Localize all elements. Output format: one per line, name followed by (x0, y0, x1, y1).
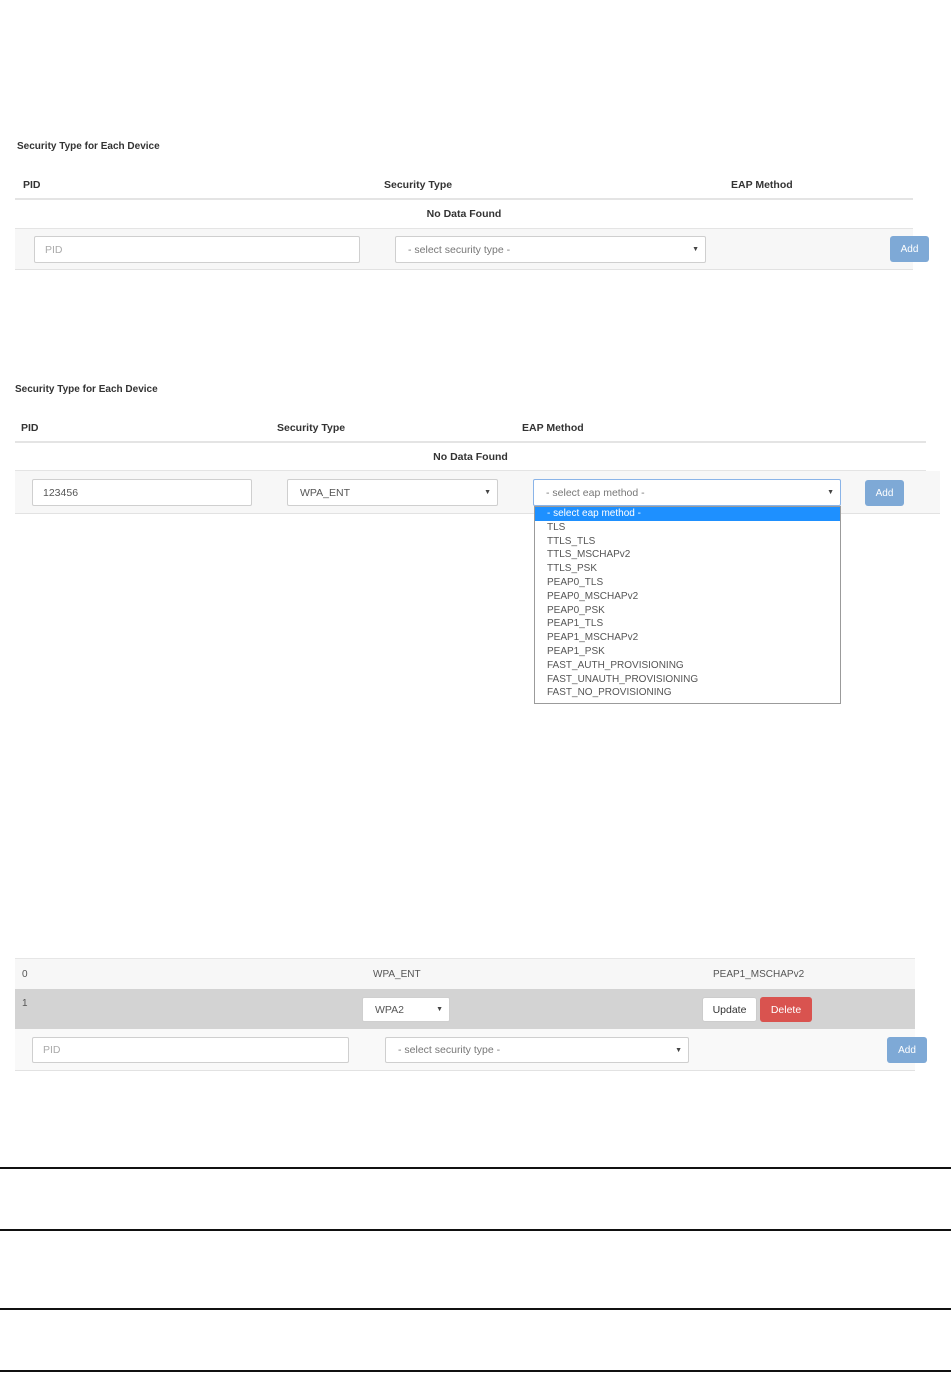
chevron-down-icon: ▼ (484, 489, 491, 496)
update-button[interactable]: Update (702, 997, 757, 1022)
panel2-eap-method-select[interactable]: - select eap method - ▼ (533, 479, 841, 506)
row1-security-type-select-value: WPA2 (375, 1003, 404, 1016)
panel1-header-eap-method: EAP Method (731, 179, 793, 191)
rule-2 (0, 1229, 951, 1231)
eap-option[interactable]: PEAP0_MSCHAPv2 (535, 590, 840, 604)
panel2-header-divider (15, 441, 926, 443)
panel2-header-eap-method: EAP Method (522, 422, 584, 434)
chevron-down-icon: ▼ (675, 1046, 682, 1054)
panel2-add-button[interactable]: Add (865, 480, 904, 506)
chevron-down-icon: ▼ (692, 246, 699, 253)
eap-option[interactable]: TTLS_TLS (535, 535, 840, 549)
panel1-header-security-type: Security Type (384, 179, 453, 191)
eap-option[interactable]: PEAP0_PSK (535, 604, 840, 618)
chevron-down-icon: ▼ (436, 1006, 443, 1013)
row0-pid: 0 (22, 969, 28, 980)
panel3-pid-input[interactable] (32, 1037, 349, 1063)
eap-option[interactable]: PEAP1_MSCHAPv2 (535, 631, 840, 645)
eap-option[interactable]: FAST_UNAUTH_PROVISIONING (535, 673, 840, 687)
eap-option[interactable]: FAST_AUTH_PROVISIONING (535, 659, 840, 673)
panel2-security-type-select-value: WPA_ENT (300, 486, 350, 499)
eap-option[interactable]: TTLS_PSK (535, 562, 840, 576)
eap-option[interactable]: PEAP1_PSK (535, 645, 840, 659)
panel3-add-button[interactable]: Add (887, 1037, 927, 1063)
eap-option[interactable]: PEAP1_TLS (535, 617, 840, 631)
panel2-title: Security Type for Each Device (15, 384, 158, 395)
panel2-eap-method-select-value: - select eap method - (546, 486, 645, 499)
panel1-security-type-select[interactable]: - select security type - ▼ (395, 236, 706, 263)
panel3-security-type-select-value: - select security type - (398, 1044, 501, 1056)
eap-option[interactable]: TLS (535, 521, 840, 535)
row0-security-type: WPA_ENT (373, 969, 421, 980)
panel2-header-security-type: Security Type (277, 422, 346, 434)
eap-option[interactable]: TTLS_MSCHAPv2 (535, 548, 840, 562)
panel1-no-data: No Data Found (426, 208, 502, 220)
panel2-pid-input[interactable] (32, 479, 252, 506)
row1-security-type-select[interactable]: WPA2 ▼ (362, 997, 450, 1022)
panel1-pid-input[interactable] (34, 236, 360, 263)
delete-button[interactable]: Delete (760, 997, 812, 1022)
panel1-header-divider (15, 198, 913, 200)
panel1-add-button[interactable]: Add (890, 236, 929, 262)
panel3-add-row: - select security type - ▼ (15, 1029, 915, 1071)
chevron-down-icon: ▼ (827, 489, 834, 496)
rule-3 (0, 1308, 951, 1310)
panel1-header-pid: PID (23, 179, 41, 191)
rule-4 (0, 1370, 951, 1372)
table-row: 0 WPA_ENT PEAP1_MSCHAPv2 (15, 959, 915, 989)
rule-1 (0, 1167, 951, 1169)
eap-option[interactable]: - select eap method - (535, 507, 840, 521)
panel2-security-type-select[interactable]: WPA_ENT ▼ (287, 479, 498, 506)
panel1-security-type-select-value: - select security type - (408, 243, 511, 256)
eap-option[interactable]: PEAP0_TLS (535, 576, 840, 590)
table-row-editing: 1 WPA2 ▼ Update Delete (15, 989, 915, 1029)
row1-pid: 1 (22, 998, 28, 1009)
eap-method-dropdown-list[interactable]: - select eap method - TLS TTLS_TLS TTLS_… (534, 506, 841, 704)
panel2-header-pid: PID (21, 422, 39, 434)
eap-option[interactable]: FAST_NO_PROVISIONING (535, 686, 840, 700)
panel2-no-data: No Data Found (433, 451, 508, 463)
panel1-title: Security Type for Each Device (17, 141, 160, 152)
row0-eap-method: PEAP1_MSCHAPv2 (713, 969, 805, 980)
panel1-add-row: - select security type - ▼ (15, 229, 913, 270)
panel3-security-type-select[interactable]: - select security type - ▼ (385, 1037, 689, 1063)
